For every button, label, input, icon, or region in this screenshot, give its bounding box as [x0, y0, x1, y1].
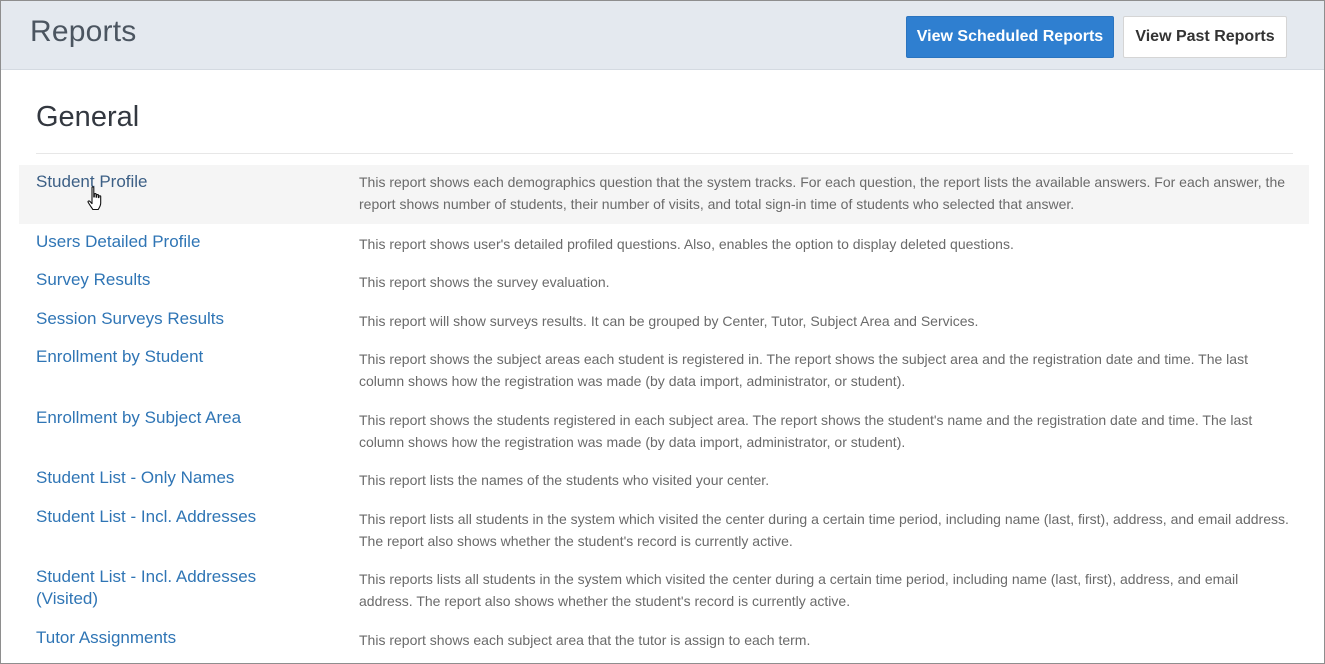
report-row-tutor-assignments: Tutor Assignments This report shows each… [19, 627, 1309, 657]
report-link-student-list-incl-addresses[interactable]: Student List - Incl. Addresses [36, 506, 316, 528]
report-link-enrollment-by-student[interactable]: Enrollment by Student [36, 346, 316, 368]
report-row-users-detailed-profile: Users Detailed Profile This report shows… [19, 231, 1309, 261]
report-description: This report shows each subject area that… [359, 632, 811, 648]
report-description: This report shows the subject areas each… [359, 351, 1248, 389]
report-link-users-detailed-profile[interactable]: Users Detailed Profile [36, 231, 316, 253]
report-description: This report lists all students in the sy… [359, 511, 1289, 549]
section-title: General [36, 101, 140, 133]
report-link-survey-results[interactable]: Survey Results [36, 269, 316, 291]
report-link-student-profile[interactable]: Student Profile [36, 171, 316, 193]
report-description: This report lists the names of the stude… [359, 472, 770, 488]
report-row-student-list-only-names: Student List - Only Names This report li… [19, 467, 1309, 497]
report-link-tutor-assignments[interactable]: Tutor Assignments [36, 627, 316, 649]
report-row-student-list-incl-addresses-visited: Student List - Incl. Addresses (Visited)… [19, 566, 1309, 618]
report-row-survey-results: Survey Results This report shows the sur… [19, 269, 1309, 299]
section-divider [36, 153, 1293, 154]
page-title: Reports [30, 15, 137, 48]
view-past-reports-button[interactable]: View Past Reports [1123, 16, 1287, 58]
view-scheduled-reports-button[interactable]: View Scheduled Reports [906, 16, 1114, 58]
report-row-session-surveys-results: Session Surveys Results This report will… [19, 308, 1309, 338]
report-description: This reports lists all students in the s… [359, 571, 1239, 609]
page-header: Reports View Scheduled Reports View Past… [1, 1, 1324, 70]
report-description: This report shows user's detailed profil… [359, 236, 1014, 252]
report-description: This report shows the survey evaluation. [359, 274, 610, 290]
report-description: This report shows each demographics ques… [359, 174, 1286, 212]
report-link-student-list-incl-addresses-visited[interactable]: Student List - Incl. Addresses (Visited) [36, 566, 316, 610]
report-link-student-list-only-names[interactable]: Student List - Only Names [36, 467, 316, 489]
report-row-student-list-incl-addresses: Student List - Incl. Addresses This repo… [19, 506, 1309, 558]
report-row-enrollment-by-student: Enrollment by Student This report shows … [19, 346, 1309, 398]
report-row-enrollment-by-subject-area: Enrollment by Subject Area This report s… [19, 407, 1309, 459]
report-row-student-profile: Student Profile This report shows each d… [19, 165, 1309, 224]
report-link-session-surveys-results[interactable]: Session Surveys Results [36, 308, 316, 330]
report-link-enrollment-by-subject-area[interactable]: Enrollment by Subject Area [36, 407, 316, 429]
report-description: This report shows the students registere… [359, 412, 1253, 450]
reports-window: Reports View Scheduled Reports View Past… [0, 0, 1325, 664]
report-description: This report will show surveys results. I… [359, 313, 979, 329]
